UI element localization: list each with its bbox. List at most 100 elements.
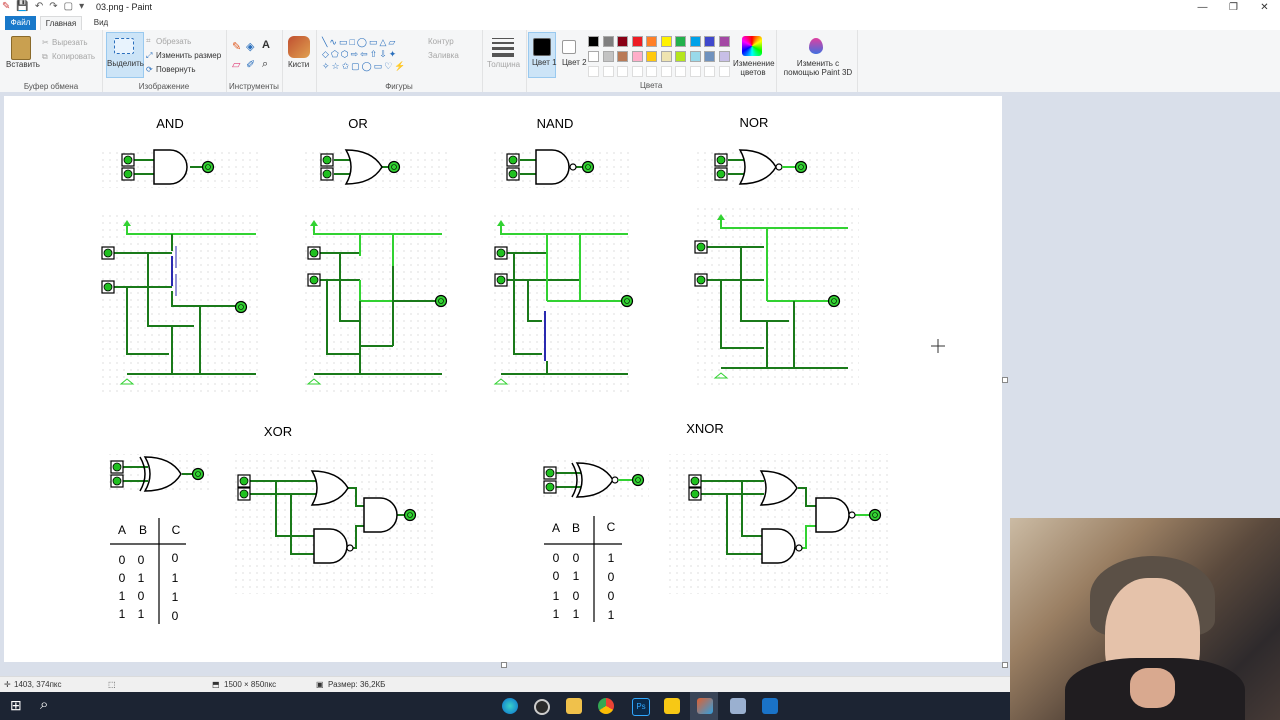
windows-start-icon[interactable]: ⊞ — [10, 697, 22, 714]
color-swatch[interactable] — [675, 51, 686, 62]
color-swatch[interactable] — [689, 36, 701, 47]
snipping-tool-icon[interactable] — [730, 698, 746, 714]
color-swatch[interactable] — [588, 51, 599, 62]
maximize-button[interactable]: ❐ — [1218, 0, 1249, 16]
new-file-icon[interactable]: ▢ — [64, 1, 73, 12]
close-button[interactable]: ✕ — [1249, 0, 1280, 16]
redo-icon[interactable]: ↷ — [49, 1, 57, 12]
customize-chevron-icon[interactable]: ▾ — [79, 1, 84, 12]
file-explorer-icon[interactable] — [566, 698, 582, 714]
color-swatch[interactable] — [646, 36, 657, 47]
resize-button[interactable]: Изменить размер — [156, 51, 221, 60]
search-icon[interactable]: ⌕ — [40, 696, 48, 713]
color-picker-icon[interactable]: ✐ — [246, 58, 255, 71]
drawing-canvas[interactable]: AND OR NAND NOR XOR XNOR A B C 0 0 0 0 1… — [4, 96, 1002, 662]
rotate-button[interactable]: Повернуть — [156, 65, 196, 74]
custom-color-slot[interactable] — [675, 66, 686, 77]
custom-color-slot[interactable] — [617, 66, 628, 77]
colors-group-label: Цвета — [640, 81, 663, 90]
color-swatch[interactable] — [675, 36, 686, 47]
color2-button[interactable]: Цвет 2 — [562, 58, 587, 67]
shapes-gallery[interactable]: ╲∿▭□◯▭△▱ ◇⬠⬡⇨⇦⇧⇩✦ ✧☆✩▢◯▭♡⚡ — [322, 36, 420, 72]
color-swatch[interactable] — [646, 51, 657, 62]
custom-color-slot[interactable] — [631, 66, 643, 77]
color1-swatch[interactable] — [533, 38, 551, 56]
color-swatch[interactable] — [704, 51, 715, 62]
color-swatch[interactable] — [718, 36, 730, 47]
chrome-icon[interactable] — [598, 698, 614, 714]
color-swatch[interactable] — [660, 36, 672, 47]
select-rectangle-icon[interactable] — [114, 38, 134, 54]
edit-colors-icon[interactable] — [742, 36, 762, 56]
custom-color-slot[interactable] — [704, 66, 715, 77]
paste-button[interactable]: Вставить — [6, 60, 40, 69]
outline-button[interactable]: Контур — [428, 37, 454, 46]
color-swatch[interactable] — [660, 51, 672, 62]
xnor-cell: 0 — [553, 569, 560, 583]
custom-color-slot[interactable] — [602, 66, 614, 77]
magnifier-icon[interactable]: ⌕ — [262, 58, 268, 71]
gate-title-nand: NAND — [537, 116, 574, 131]
color-swatch[interactable] — [704, 36, 715, 47]
selection-size-icon: ⬚ — [108, 680, 116, 689]
xnor-cell: 0 — [608, 589, 615, 603]
xor-cell: 0 — [138, 589, 145, 603]
color2-swatch[interactable] — [562, 40, 576, 54]
color-swatch[interactable] — [718, 51, 730, 62]
eraser-icon[interactable]: ▱ — [232, 58, 240, 71]
gate-title-xor: XOR — [264, 424, 292, 439]
line-size-icon[interactable] — [492, 38, 514, 57]
xor-header-b: B — [139, 523, 147, 537]
xor-cell: 1 — [172, 571, 179, 585]
tab-view[interactable]: Вид — [88, 16, 114, 30]
obs-icon[interactable] — [534, 699, 550, 715]
custom-color-slot[interactable] — [588, 66, 599, 77]
save-icon[interactable]: 💾 — [16, 1, 28, 12]
color-swatch[interactable] — [689, 51, 701, 62]
color1-button[interactable]: Цвет 1 — [532, 58, 557, 67]
crop-button[interactable]: Обрезать — [156, 37, 191, 46]
paint3d-icon[interactable] — [809, 38, 823, 54]
custom-color-slot[interactable] — [689, 66, 701, 77]
title-bar: ✎ 💾 ↶ ↷ ▢ ▾ 03.png - Paint — ❐ ✕ — [0, 0, 1280, 16]
rotate-icon: ⟳ — [146, 65, 153, 74]
resize-handle-right[interactable] — [1002, 377, 1008, 383]
webcam-overlay-image — [1010, 518, 1280, 720]
custom-color-slot[interactable] — [660, 66, 672, 77]
cut-button[interactable]: Вырезать — [52, 38, 88, 47]
color-swatch[interactable] — [602, 51, 614, 62]
store-icon[interactable] — [762, 698, 778, 714]
custom-color-slot[interactable] — [646, 66, 657, 77]
undo-icon[interactable]: ↶ — [35, 1, 43, 12]
winrar-icon[interactable] — [664, 698, 680, 714]
size-button[interactable]: Толщина — [487, 60, 520, 69]
text-tool-icon[interactable]: A — [262, 39, 270, 51]
paint3d-button[interactable]: Изменить с помощью Paint 3D — [783, 59, 853, 77]
color-swatch[interactable] — [631, 36, 643, 47]
tab-file[interactable]: Файл — [5, 16, 36, 30]
copy-button[interactable]: Копировать — [52, 52, 95, 61]
brush-icon[interactable] — [288, 36, 310, 58]
tab-home[interactable]: Главная — [40, 16, 82, 30]
color-swatch[interactable] — [588, 36, 599, 47]
color-swatch[interactable] — [602, 36, 614, 47]
photoshop-icon[interactable]: Ps — [632, 698, 650, 716]
color-swatch[interactable] — [631, 51, 643, 62]
edit-colors-button[interactable]: Изменение цветов — [733, 59, 775, 77]
minimize-button[interactable]: — — [1187, 0, 1218, 16]
canvas-dimensions: 1500 × 850пкс — [224, 680, 277, 689]
color-swatch[interactable] — [617, 51, 628, 62]
paint-icon[interactable] — [697, 698, 713, 714]
resize-handle-bottom[interactable] — [501, 662, 507, 668]
select-button[interactable]: Выделить — [107, 59, 144, 68]
fill-button[interactable]: Заливка — [428, 51, 459, 60]
brushes-button[interactable]: Кисти — [288, 60, 309, 69]
fill-bucket-icon[interactable]: ◈ — [246, 40, 254, 53]
color-swatch[interactable] — [617, 36, 628, 47]
custom-color-slot[interactable] — [718, 66, 730, 77]
group-clipboard: Вставить ✂ Вырезать ⧉ Копировать Буфер о… — [0, 30, 103, 92]
resize-handle-corner[interactable] — [1002, 662, 1008, 668]
edge-icon[interactable] — [502, 698, 518, 714]
pencil-icon[interactable]: ✎ — [232, 40, 241, 53]
clipboard-icon[interactable] — [11, 36, 31, 60]
